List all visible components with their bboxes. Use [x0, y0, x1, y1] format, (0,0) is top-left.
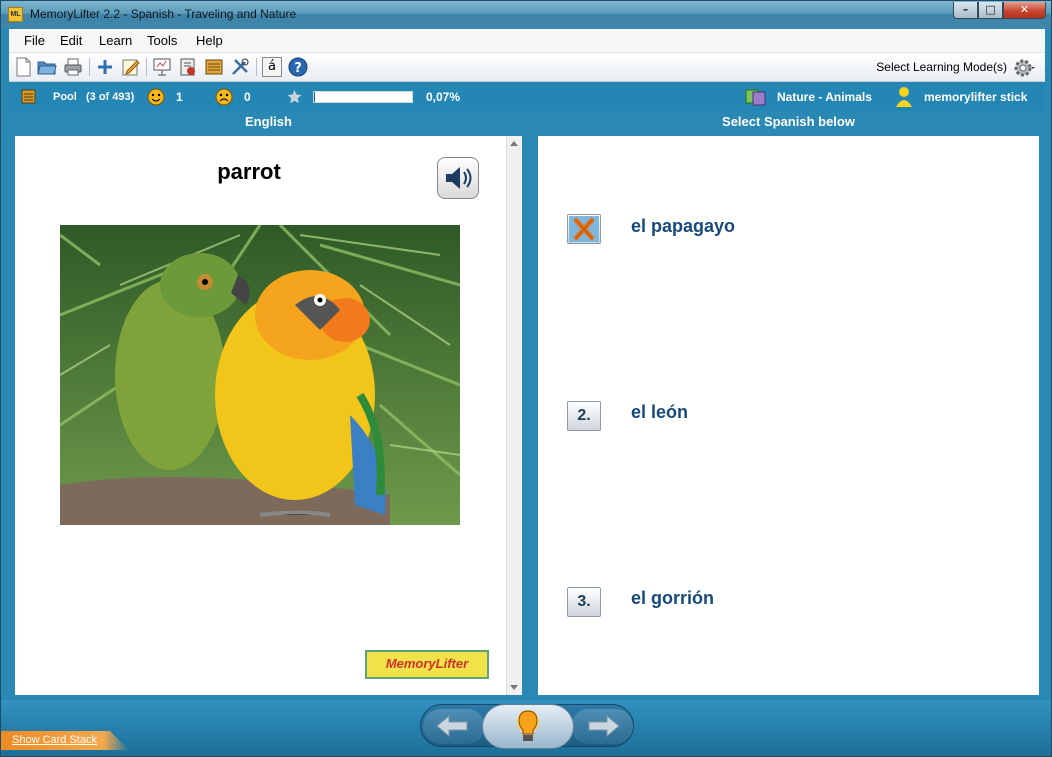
gear-icon[interactable]: [1013, 57, 1035, 79]
menu-bar: File Edit Learn Tools Help: [9, 29, 1045, 53]
left-scrollbar[interactable]: [506, 136, 522, 695]
chapter-icon: [745, 89, 766, 106]
arrow-right-icon: [588, 714, 620, 738]
menu-learn[interactable]: Learn: [99, 33, 132, 48]
navigation-group: [420, 704, 634, 749]
statistics-icon[interactable]: [178, 57, 198, 77]
arrow-left-icon: [436, 714, 468, 738]
special-char-icon[interactable]: á: [262, 57, 282, 77]
show-card-stack-tab[interactable]: Show Card Stack: [1, 731, 129, 750]
correct-count: 1: [176, 90, 183, 104]
wrong-x-icon: [569, 216, 599, 242]
learning-mode-label[interactable]: Select Learning Mode(s): [876, 60, 1007, 74]
new-file-icon[interactable]: [13, 57, 33, 77]
choice-3-text[interactable]: el gorrión: [631, 588, 714, 609]
window-title: MemoryLifter 2.2 - Spanish - Traveling a…: [30, 7, 297, 21]
maximize-button[interactable]: □: [978, 2, 1003, 19]
title-bar[interactable]: ML MemoryLifter 2.2 - Spanish - Travelin…: [1, 1, 1051, 28]
menu-edit[interactable]: Edit: [60, 33, 82, 48]
answer-pane: el papagayo 2. el león 3. el gorrión: [538, 136, 1039, 695]
menu-tools[interactable]: Tools: [147, 33, 177, 48]
choice-2-button[interactable]: 2.: [567, 401, 601, 431]
smiley-correct-icon: [147, 88, 165, 106]
speaker-icon: [446, 167, 472, 189]
parrot-image: [60, 225, 460, 525]
pool-label: Pool: [53, 91, 77, 103]
star-icon: [287, 90, 302, 104]
right-pane-header: Select Spanish below: [722, 114, 855, 129]
user-name[interactable]: memorylifter stick: [924, 90, 1027, 104]
pool-box-icon: [21, 89, 36, 104]
tools-icon[interactable]: [230, 57, 250, 77]
previous-button[interactable]: [423, 709, 485, 744]
card-box-icon[interactable]: [204, 57, 224, 77]
pool-count: (3 of 493): [86, 91, 135, 103]
choice-1-text[interactable]: el papagayo: [631, 216, 735, 237]
help-icon[interactable]: ?: [288, 57, 308, 77]
toolbar: á ? Select Learning Mode(s): [9, 53, 1045, 82]
choice-2-text[interactable]: el león: [631, 402, 688, 423]
progress-percent: 0,07%: [426, 90, 461, 104]
smiley-wrong-icon: [215, 88, 233, 106]
progress-bar: [313, 91, 413, 103]
scroll-down-icon[interactable]: [510, 685, 518, 690]
lightbulb-icon: [516, 710, 540, 741]
print-icon[interactable]: [63, 57, 83, 77]
hint-button[interactable]: [482, 704, 574, 749]
status-bar: Pool (3 of 493) 1 0 0,07% Nature - Anima…: [9, 83, 1045, 111]
chapter-name[interactable]: Nature - Animals: [777, 90, 872, 104]
presentation-icon[interactable]: [152, 57, 172, 77]
app-logo-icon: ML: [8, 7, 23, 22]
minimize-button[interactable]: –: [953, 2, 978, 19]
choice-1-button[interactable]: [567, 214, 601, 244]
menu-file[interactable]: File: [24, 33, 45, 48]
audio-button[interactable]: [437, 157, 479, 199]
question-word: parrot: [217, 159, 281, 184]
next-button[interactable]: [571, 709, 633, 744]
wrong-count: 0: [244, 90, 251, 104]
question-pane: parrot MemoryLifter: [15, 136, 522, 695]
edit-card-icon[interactable]: [121, 57, 141, 77]
add-card-icon[interactable]: [95, 57, 115, 77]
svg-text:?: ?: [294, 61, 302, 76]
bottom-bar: Show Card Stack: [1, 700, 1051, 756]
close-button[interactable]: ✕: [1003, 2, 1046, 19]
app-window: ML MemoryLifter 2.2 - Spanish - Travelin…: [0, 0, 1052, 757]
scroll-up-icon[interactable]: [510, 141, 518, 146]
menu-help[interactable]: Help: [196, 33, 223, 48]
left-pane-header: English: [245, 114, 292, 129]
memorylifter-logo: MemoryLifter: [365, 650, 489, 679]
open-folder-icon[interactable]: [37, 57, 57, 77]
user-icon: [896, 87, 912, 107]
choice-3-button[interactable]: 3.: [567, 587, 601, 617]
show-card-stack-link[interactable]: Show Card Stack: [12, 734, 97, 746]
